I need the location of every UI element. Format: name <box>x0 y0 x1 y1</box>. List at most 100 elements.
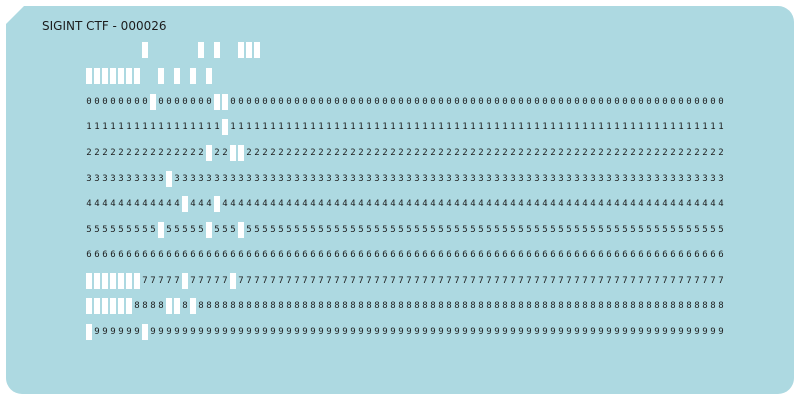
digit-4-col-35: 4 <box>358 199 364 209</box>
digit-9-col-5: 9 <box>118 327 124 337</box>
digit-8-col-57: 8 <box>534 301 540 311</box>
digit-7-col-42: 7 <box>414 276 420 286</box>
punch-hole-row-8-col-12 <box>174 298 180 314</box>
digit-0-col-11: 0 <box>166 97 172 107</box>
digit-7-col-9: 7 <box>150 276 156 286</box>
digit-9-col-12: 9 <box>174 327 180 337</box>
digit-7-col-69: 7 <box>630 276 636 286</box>
digit-7-col-12: 7 <box>174 276 180 286</box>
digit-3-col-28: 3 <box>302 174 308 184</box>
digit-7-col-76: 7 <box>686 276 692 286</box>
digit-3-col-50: 3 <box>478 174 484 184</box>
digit-1-col-25: 1 <box>278 122 284 132</box>
digit-0-col-43: 0 <box>422 97 428 107</box>
digit-6-col-27: 6 <box>294 250 300 260</box>
digit-5-col-24: 5 <box>270 225 276 235</box>
digit-5-col-19: 5 <box>230 225 236 235</box>
digit-3-col-9: 3 <box>150 174 156 184</box>
digit-5-col-48: 5 <box>462 225 468 235</box>
digit-1-col-51: 1 <box>486 122 492 132</box>
digit-9-col-64: 9 <box>590 327 596 337</box>
punch-hole-row-11-col-12 <box>174 68 180 84</box>
digit-2-col-25: 2 <box>278 148 284 158</box>
digit-9-col-52: 9 <box>494 327 500 337</box>
digit-9-col-19: 9 <box>230 327 236 337</box>
digit-0-col-59: 0 <box>550 97 556 107</box>
digit-7-col-26: 7 <box>286 276 292 286</box>
digit-2-col-22: 2 <box>254 148 260 158</box>
digit-7-col-25: 7 <box>278 276 284 286</box>
digit-3-col-63: 3 <box>582 174 588 184</box>
digit-0-col-40: 0 <box>398 97 404 107</box>
digit-0-col-68: 0 <box>622 97 628 107</box>
digit-0-col-62: 0 <box>574 97 580 107</box>
digit-6-col-43: 6 <box>422 250 428 260</box>
digit-4-col-25: 4 <box>278 199 284 209</box>
digit-8-col-42: 8 <box>414 301 420 311</box>
digit-5-col-12: 5 <box>174 225 180 235</box>
punch-hole-row-8-col-4 <box>110 298 116 314</box>
digit-1-col-2: 1 <box>94 122 100 132</box>
digit-2-col-41: 2 <box>406 148 412 158</box>
digit-3-col-3: 3 <box>102 174 108 184</box>
digit-3-col-24: 3 <box>270 174 276 184</box>
punch-hole-row-11-col-14 <box>190 68 196 84</box>
digit-3-col-66: 3 <box>606 174 612 184</box>
digit-5-col-17: 5 <box>214 225 220 235</box>
digit-0-col-19: 0 <box>230 97 236 107</box>
digit-8-col-21: 8 <box>246 301 252 311</box>
digit-4-col-65: 4 <box>598 199 604 209</box>
digit-7-col-49: 7 <box>470 276 476 286</box>
digit-0-col-54: 0 <box>510 97 516 107</box>
digit-9-col-23: 9 <box>262 327 268 337</box>
digit-4-col-80: 4 <box>718 199 724 209</box>
digit-8-col-43: 8 <box>422 301 428 311</box>
digit-5-col-41: 5 <box>406 225 412 235</box>
digit-8-col-13: 8 <box>182 301 188 311</box>
digit-3-col-30: 3 <box>318 174 324 184</box>
digit-0-col-50: 0 <box>478 97 484 107</box>
punch-hole-row-8-col-1 <box>86 298 92 314</box>
digit-8-col-65: 8 <box>598 301 604 311</box>
digit-2-col-44: 2 <box>430 148 436 158</box>
digit-4-col-22: 4 <box>254 199 260 209</box>
digit-8-col-17: 8 <box>214 301 220 311</box>
digit-7-col-65: 7 <box>598 276 604 286</box>
digit-6-col-36: 6 <box>366 250 372 260</box>
digit-2-col-42: 2 <box>414 148 420 158</box>
digit-6-col-2: 6 <box>94 250 100 260</box>
digit-7-col-73: 7 <box>662 276 668 286</box>
digit-3-col-36: 3 <box>366 174 372 184</box>
digit-9-col-10: 9 <box>158 327 164 337</box>
digit-1-col-5: 1 <box>118 122 124 132</box>
digit-0-col-24: 0 <box>270 97 276 107</box>
punch-hole-row-8-col-3 <box>102 298 108 314</box>
digit-1-col-30: 1 <box>318 122 324 132</box>
digit-7-col-59: 7 <box>550 276 556 286</box>
digit-0-col-30: 0 <box>318 97 324 107</box>
punch-hole-row-7-col-3 <box>102 273 108 289</box>
digit-8-col-61: 8 <box>566 301 572 311</box>
punch-hole-row-8-col-14 <box>190 298 196 314</box>
digit-3-col-79: 3 <box>710 174 716 184</box>
digit-8-col-28: 8 <box>302 301 308 311</box>
digit-5-col-27: 5 <box>294 225 300 235</box>
digit-2-col-31: 2 <box>326 148 332 158</box>
digit-2-col-77: 2 <box>694 148 700 158</box>
digit-2-col-3: 2 <box>102 148 108 158</box>
punch-hole-row-12-col-15 <box>198 42 204 58</box>
digit-4-col-56: 4 <box>526 199 532 209</box>
digit-0-col-52: 0 <box>494 97 500 107</box>
digit-6-col-75: 6 <box>678 250 684 260</box>
digit-6-col-52: 6 <box>494 250 500 260</box>
digit-7-col-44: 7 <box>430 276 436 286</box>
digit-6-col-60: 6 <box>558 250 564 260</box>
punch-hole-row-12-col-21 <box>246 42 252 58</box>
digit-0-col-2: 0 <box>94 97 100 107</box>
digit-3-col-15: 3 <box>198 174 204 184</box>
punch-hole-row-9-col-1 <box>86 324 92 340</box>
punch-hole-row-8-col-6 <box>126 298 132 314</box>
digit-2-col-11: 2 <box>166 148 172 158</box>
digit-2-col-37: 2 <box>374 148 380 158</box>
digit-6-col-11: 6 <box>166 250 172 260</box>
